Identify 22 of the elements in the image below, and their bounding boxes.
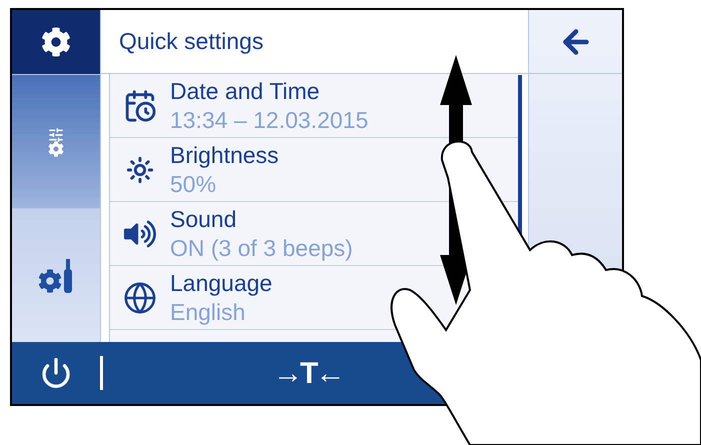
scrollbar[interactable] — [518, 75, 522, 235]
item-value: ON (3 of 3 beeps) — [170, 234, 353, 262]
tare-button[interactable]: →T← — [263, 342, 352, 404]
calendar-clock-icon — [123, 88, 157, 122]
settings-list-item[interactable]: Brightness 50% — [110, 138, 518, 202]
item-label: Language — [170, 268, 272, 298]
item-label: Brightness — [170, 140, 279, 170]
item-value: English — [170, 298, 246, 326]
sidebar-tab[interactable] — [12, 208, 100, 342]
speaker-icon — [124, 218, 156, 250]
item-value: 13:34 – 12.03.2015 — [170, 106, 368, 134]
settings-list-item[interactable]: Date and Time 13:34 – 12.03.2015 — [110, 74, 518, 138]
item-label: Date and Time — [170, 76, 321, 106]
item-label: Sound — [170, 204, 238, 234]
screen-title: Quick settings — [119, 27, 264, 56]
globe-icon — [123, 280, 157, 314]
sun-icon — [126, 156, 154, 184]
sidebar-tab[interactable] — [12, 10, 100, 74]
power-icon — [40, 357, 72, 389]
settings-icon — [41, 27, 71, 57]
gear-tools-icon — [38, 258, 74, 292]
item-value: 50% — [170, 170, 218, 198]
